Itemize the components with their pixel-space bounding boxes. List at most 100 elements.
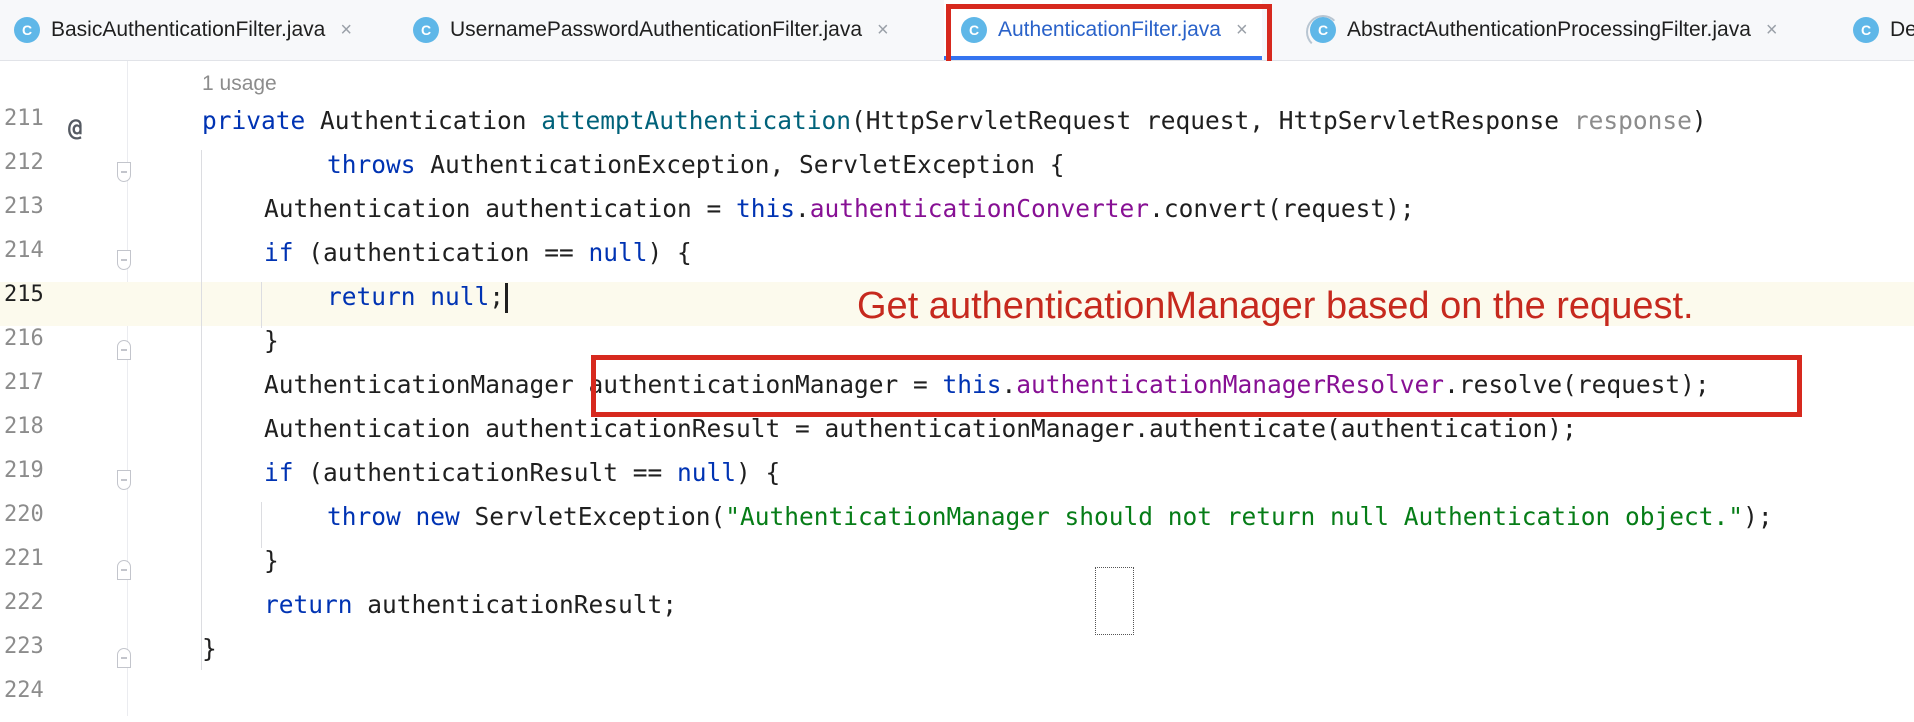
tab-truncated[interactable]: C De — [1853, 0, 1914, 60]
usage-hint[interactable]: 1 usage — [202, 62, 277, 106]
code-token: } — [264, 326, 279, 355]
indent-guide — [261, 282, 262, 328]
line-number[interactable]: 217 — [4, 370, 50, 414]
fold-toggle-icon[interactable] — [117, 560, 131, 580]
code-line[interactable]: 214 if (authentication == null) { — [0, 238, 1914, 282]
code-text[interactable]: return authenticationResult; — [264, 590, 677, 634]
fold-toggle-icon[interactable] — [117, 162, 131, 182]
java-class-icon: C — [14, 17, 40, 43]
dotted-selection-box — [1095, 567, 1134, 635]
active-tab-underline — [944, 56, 1262, 60]
code-token: return — [264, 590, 368, 619]
code-text[interactable]: private Authentication attemptAuthentica… — [202, 106, 1707, 150]
code-line[interactable]: 211 @ private Authentication attemptAuthen… — [0, 106, 1914, 150]
abstract-class-icon: C — [1306, 15, 1340, 49]
fold-toggle-icon[interactable] — [117, 648, 131, 668]
code-text[interactable]: if (authentication == null) { — [264, 238, 692, 282]
code-token: if — [264, 458, 309, 487]
code-text[interactable]: AuthenticationManager authenticationMana… — [264, 370, 1710, 414]
annotation-text: Get authenticationManager based on the r… — [857, 285, 1694, 327]
tab-label: De — [1890, 18, 1914, 41]
code-token: . — [1001, 370, 1017, 399]
code-token: throw new — [327, 502, 475, 531]
fold-toggle-icon[interactable] — [117, 340, 131, 360]
code-token: (authentication == — [308, 238, 589, 267]
code-token: null — [588, 238, 648, 267]
line-number[interactable]: 211 — [4, 106, 50, 150]
code-line[interactable]: 220 throw new ServletException("Authentic… — [0, 502, 1914, 546]
code-token: Authentication authenticationResult = au… — [264, 414, 1577, 443]
code-text[interactable]: } — [264, 546, 279, 590]
editor-tab-bar: C BasicAuthenticationFilter.java × C Use… — [0, 0, 1914, 61]
code-line[interactable]: 216} — [0, 326, 1914, 370]
close-tab-icon[interactable]: × — [340, 19, 352, 42]
code-text[interactable]: } — [202, 634, 217, 678]
line-number[interactable]: 213 — [4, 194, 50, 238]
code-token: authenticationConverter — [809, 194, 1150, 223]
fold-toggle-icon[interactable] — [117, 470, 131, 490]
code-token: throws — [327, 150, 431, 179]
code-text[interactable]: throws AuthenticationException, ServletE… — [327, 150, 1065, 194]
indent-guide — [261, 502, 262, 548]
java-class-icon: C — [413, 17, 439, 43]
code-line[interactable]: 213 Authentication authentication = this.… — [0, 194, 1914, 238]
code-line[interactable]: 222 return authenticationResult; — [0, 590, 1914, 634]
code-token: if — [264, 238, 309, 267]
line-number[interactable]: 220 — [4, 502, 50, 546]
close-tab-icon[interactable]: × — [877, 19, 889, 42]
tab-username-password-authentication-filter[interactable]: C UsernamePasswordAuthenticationFilter.j… — [413, 0, 889, 60]
line-number[interactable]: 224 — [4, 678, 50, 722]
code-token: ) { — [736, 458, 781, 487]
java-class-icon: C — [1853, 17, 1879, 43]
tab-label: AbstractAuthenticationProcessingFilter.j… — [1347, 18, 1751, 41]
tab-abstract-authentication-processing-filter[interactable]: C AbstractAuthenticationProcessingFilter… — [1306, 0, 1778, 60]
code-text[interactable]: throw new ServletException("Authenticati… — [327, 502, 1773, 546]
close-tab-icon[interactable]: × — [1236, 19, 1248, 42]
tab-label: UsernamePasswordAuthenticationFilter.jav… — [450, 18, 863, 41]
close-tab-icon[interactable]: × — [1766, 19, 1778, 42]
tab-label: BasicAuthenticationFilter.java — [51, 18, 326, 41]
tab-authentication-filter[interactable]: C AuthenticationFilter.java × — [944, 0, 1262, 60]
code-token: . — [795, 194, 810, 223]
indent-guide — [201, 150, 202, 670]
code-text[interactable]: if (authenticationResult == null) { — [264, 458, 780, 502]
code-token: Authentication authentication = — [264, 194, 737, 223]
code-token: this — [942, 370, 1002, 399]
code-token: (authenticationResult == — [308, 458, 678, 487]
code-line[interactable]: 212 throws AuthenticationException, Servl… — [0, 150, 1914, 194]
code-line[interactable]: 221} — [0, 546, 1914, 590]
code-text[interactable]: Authentication authentication = this.aut… — [264, 194, 1415, 238]
code-token: AuthenticationManager authenticationMana… — [264, 370, 943, 399]
java-class-icon: C — [961, 17, 987, 43]
code-text[interactable]: } — [264, 326, 279, 370]
code-token: ) — [1691, 106, 1707, 135]
fold-toggle-icon[interactable] — [117, 250, 131, 270]
code-line[interactable]: 218 Authentication authenticationResult =… — [0, 414, 1914, 458]
code-text[interactable]: return null; — [327, 282, 509, 326]
code-token: ; — [489, 282, 505, 311]
line-number[interactable]: 223 — [4, 634, 50, 678]
line-number[interactable]: 221 — [4, 546, 50, 590]
line-number[interactable]: 212 — [4, 150, 50, 194]
code-token: ); — [1743, 502, 1773, 531]
line-number[interactable]: 216 — [4, 326, 50, 370]
code-text[interactable]: Authentication authenticationResult = au… — [264, 414, 1577, 458]
line-number[interactable]: 218 — [4, 414, 50, 458]
code-line[interactable]: 217 AuthenticationManager authenticationM… — [0, 370, 1914, 414]
code-token: ) { — [647, 238, 692, 267]
line-number[interactable]: 214 — [4, 238, 50, 282]
code-token: } — [264, 546, 279, 575]
code-token: authenticationResult; — [367, 590, 678, 619]
tab-basic-authentication-filter[interactable]: C BasicAuthenticationFilter.java × — [14, 0, 352, 60]
line-number[interactable]: 215 — [4, 282, 50, 326]
line-number[interactable]: 219 — [4, 458, 50, 502]
code-line[interactable]: 219 if (authenticationResult == null) { — [0, 458, 1914, 502]
code-token: authenticationManagerResolver — [1016, 370, 1445, 399]
code-line[interactable]: 223} — [0, 634, 1914, 678]
code-token: .resolve(request); — [1444, 370, 1710, 399]
text-caret — [505, 283, 509, 313]
override-marker-icon[interactable]: @ — [68, 116, 82, 140]
code-token: private — [202, 106, 321, 135]
code-line[interactable]: 224 — [0, 678, 1914, 722]
line-number[interactable]: 222 — [4, 590, 50, 634]
